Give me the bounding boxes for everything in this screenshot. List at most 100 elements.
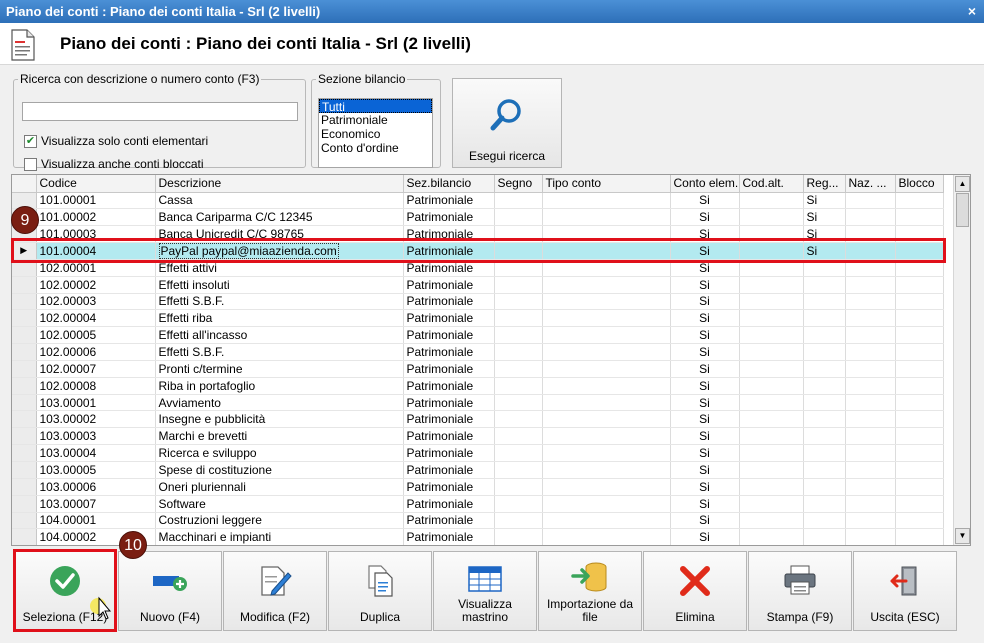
- table-cell: Effetti insoluti: [155, 276, 404, 294]
- row-indicator[interactable]: [12, 495, 37, 513]
- row-indicator[interactable]: [12, 259, 37, 277]
- row-indicator[interactable]: [12, 309, 37, 328]
- uscita-button[interactable]: Uscita (ESC): [853, 551, 957, 631]
- row-indicator[interactable]: [12, 276, 37, 294]
- scroll-thumb[interactable]: [956, 193, 969, 227]
- column-header[interactable]: Conto elem.: [670, 175, 740, 193]
- table-row[interactable]: 102.00005 Effetti all'incasso Patrimoniale…: [12, 326, 944, 345]
- row-indicator[interactable]: [12, 360, 37, 378]
- table-row[interactable]: 102.00006 Effetti S.B.F. Patrimoniale Si: [12, 343, 944, 361]
- column-header[interactable]: Blocco: [895, 175, 944, 193]
- row-indicator[interactable]: [12, 394, 37, 412]
- table-cell: Si: [670, 293, 740, 311]
- column-header[interactable]: Cod.alt.: [739, 175, 804, 193]
- table-row[interactable]: 101.00002 Banca Cariparma C/C 12345 Patrim…: [12, 208, 944, 227]
- row-indicator[interactable]: [12, 528, 37, 545]
- table-cell: [542, 394, 671, 412]
- row-indicator[interactable]: [12, 444, 37, 462]
- sezione-option[interactable]: Patrimoniale: [319, 113, 432, 127]
- close-icon[interactable]: ×: [968, 0, 976, 23]
- visualizza-mastrino-button[interactable]: Visualizza mastrino: [433, 551, 537, 631]
- column-header[interactable]: Sez.bilancio: [403, 175, 495, 193]
- table-cell: [494, 242, 543, 260]
- sezione-listbox[interactable]: Tutti Patrimoniale Economico Conto d'ord…: [318, 98, 433, 168]
- table-row[interactable]: 102.00004 Effetti riba Patrimoniale Si: [12, 309, 944, 328]
- table-cell: [845, 326, 896, 345]
- table-cell: [494, 444, 543, 462]
- table-cell: 103.00007: [36, 495, 156, 513]
- table-cell: 102.00004: [36, 309, 156, 328]
- visualizza-mastrino-label: Visualizza mastrino: [458, 597, 512, 624]
- importazione-button[interactable]: Importazione da file: [538, 551, 642, 631]
- table-cell: 102.00007: [36, 360, 156, 378]
- row-indicator[interactable]: [12, 427, 37, 446]
- table-cell: Patrimoniale: [403, 410, 495, 429]
- table-row[interactable]: 103.00003 Marchi e brevetti Patrimoniale Si: [12, 427, 944, 446]
- table-row[interactable]: 104.00002 Macchinari e impianti Patrimonia…: [12, 528, 944, 545]
- database-import-icon: [539, 560, 641, 594]
- table-row[interactable]: 101.00003 Banca Unicredit C/C 98765 Patrim…: [12, 225, 944, 244]
- accounts-grid[interactable]: Codice Descrizione Sez.bilancio Segno Tipo c…: [11, 174, 971, 546]
- row-indicator[interactable]: [12, 410, 37, 429]
- column-header[interactable]: Codice: [36, 175, 156, 193]
- column-header[interactable]: Descrizione: [155, 175, 404, 193]
- sezione-option[interactable]: Tutti: [319, 99, 432, 114]
- table-cell: [542, 427, 671, 446]
- table-cell: 103.00002: [36, 410, 156, 429]
- table-row[interactable]: 101.00001 Cassa Patrimoniale Si Si: [12, 192, 944, 210]
- checkbox-conti-bloccati[interactable]: Visualizza anche conti bloccati: [24, 157, 204, 171]
- table-cell: [845, 309, 896, 328]
- table-cell: 102.00002: [36, 276, 156, 294]
- checkbox-box[interactable]: [24, 157, 37, 171]
- row-indicator[interactable]: [12, 377, 37, 395]
- search-input[interactable]: [22, 102, 298, 121]
- elimina-button[interactable]: Elimina: [643, 551, 747, 631]
- row-indicator[interactable]: [12, 293, 37, 311]
- row-indicator[interactable]: [12, 512, 37, 530]
- esegui-ricerca-button[interactable]: Esegui ricerca: [452, 78, 562, 168]
- table-row[interactable]: 102.00001 Effetti attivi Patrimoniale Si: [12, 259, 944, 277]
- table-cell: Si: [670, 309, 740, 328]
- table-row[interactable]: 103.00002 Insegne e pubblicità Patrimonial…: [12, 410, 944, 429]
- nuovo-button[interactable]: Nuovo (F4): [118, 551, 222, 631]
- table-row[interactable]: 103.00001 Avviamento Patrimoniale Si: [12, 394, 944, 412]
- table-cell: [803, 259, 846, 277]
- row-indicator[interactable]: [12, 461, 37, 479]
- checkbox-solo-elementari[interactable]: ✔ Visualizza solo conti elementari: [24, 134, 208, 148]
- row-indicator[interactable]: [12, 478, 37, 496]
- checkbox-box-checked[interactable]: ✔: [24, 134, 37, 148]
- sezione-option[interactable]: Conto d'ordine: [319, 141, 432, 155]
- row-pointer-icon[interactable]: ▶: [12, 242, 37, 260]
- vertical-scrollbar[interactable]: ▲ ▼: [953, 175, 970, 545]
- row-indicator[interactable]: [12, 343, 37, 361]
- table-cell: [494, 360, 543, 378]
- scroll-up-icon[interactable]: ▲: [955, 176, 970, 192]
- table-row[interactable]: 102.00002 Effetti insoluti Patrimoniale Si: [12, 276, 944, 294]
- table-row[interactable]: 103.00006 Oneri pluriennali Patrimoniale Si: [12, 478, 944, 496]
- table-cell: Patrimoniale: [403, 326, 495, 345]
- scroll-down-icon[interactable]: ▼: [955, 528, 970, 544]
- table-row[interactable]: 102.00008 Riba in portafoglio Patrimoniale…: [12, 377, 944, 395]
- table-row[interactable]: ▶ 101.00004 PayPal paypal@miaazienda.com Pa…: [12, 242, 944, 260]
- table-cell: [739, 478, 804, 496]
- table-row[interactable]: 102.00007 Pronti c/termine Patrimoniale Si: [12, 360, 944, 378]
- column-header[interactable]: Segno: [494, 175, 543, 193]
- table-cell: [803, 309, 846, 328]
- column-header[interactable]: Tipo conto: [542, 175, 671, 193]
- table-cell: [542, 326, 671, 345]
- table-cell: [494, 461, 543, 479]
- modifica-button[interactable]: Modifica (F2): [223, 551, 327, 631]
- row-indicator[interactable]: [12, 326, 37, 345]
- table-row[interactable]: 103.00004 Ricerca e sviluppo Patrimoniale S…: [12, 444, 944, 462]
- table-row[interactable]: 102.00003 Effetti S.B.F. Patrimoniale Si: [12, 293, 944, 311]
- column-header[interactable]: Reg...: [803, 175, 846, 193]
- sezione-option[interactable]: Economico: [319, 127, 432, 141]
- table-cell: [895, 192, 944, 210]
- table-cell: [494, 528, 543, 545]
- duplica-button[interactable]: Duplica: [328, 551, 432, 631]
- column-header[interactable]: Naz. ...: [845, 175, 896, 193]
- table-row[interactable]: 103.00007 Software Patrimoniale Si: [12, 495, 944, 513]
- stampa-button[interactable]: Stampa (F9): [748, 551, 852, 631]
- table-row[interactable]: 103.00005 Spese di costituzione Patrimonia…: [12, 461, 944, 479]
- table-row[interactable]: 104.00001 Costruzioni leggere Patrimoniale…: [12, 512, 944, 530]
